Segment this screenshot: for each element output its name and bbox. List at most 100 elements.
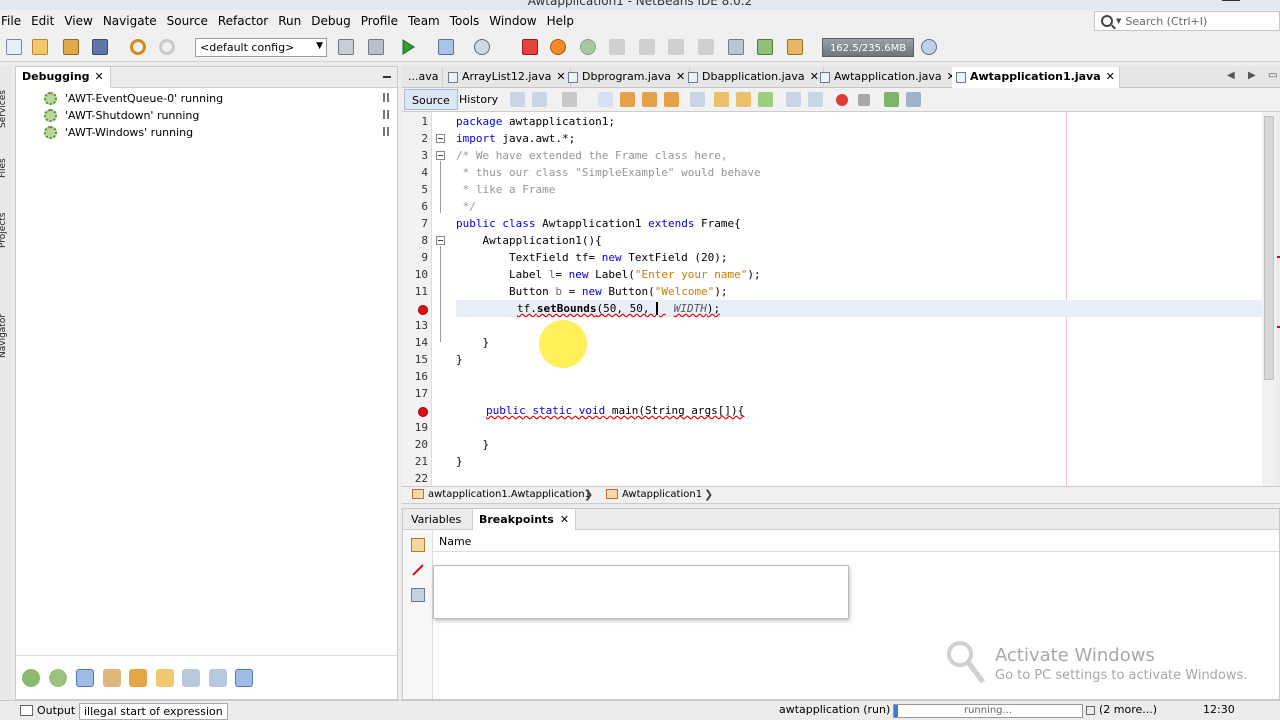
menu-help[interactable]: Help [542, 14, 579, 28]
breakpoint-groups-icon[interactable] [411, 588, 425, 602]
take-snapshot-button[interactable] [785, 37, 805, 57]
uncomment-icon[interactable] [906, 92, 921, 107]
apply-code-changes-button[interactable] [755, 37, 775, 57]
menu-file[interactable]: File [0, 14, 26, 28]
tab-breakpoints[interactable]: Breakpoints ✕ [472, 509, 577, 530]
lock-icon[interactable] [129, 669, 147, 687]
menu-window[interactable]: Window [484, 14, 541, 28]
back-icon[interactable] [532, 92, 547, 107]
fold-toggle-icon[interactable] [436, 134, 445, 143]
files-tab[interactable]: Files [0, 158, 8, 178]
forward-icon[interactable] [562, 92, 577, 107]
error-icon[interactable] [418, 407, 428, 417]
step-over-button[interactable] [637, 37, 657, 57]
scroll-tabs-left-icon[interactable]: ◀ [1227, 70, 1235, 81]
step-out-button[interactable] [696, 37, 716, 57]
breadcrumb-item[interactable]: Awtapplication1 [606, 489, 702, 500]
navigator-tab[interactable]: Navigator [0, 314, 8, 358]
tab-awtapplication1[interactable]: Awtapplication1.java ✕ [952, 67, 1120, 88]
suspend-thread-icon[interactable] [383, 110, 389, 119]
undo-button[interactable] [128, 37, 148, 57]
debug-button[interactable] [436, 37, 456, 57]
suspend-thread-icon[interactable] [383, 127, 389, 136]
find-next-icon[interactable] [642, 92, 657, 107]
menu-profile[interactable]: Profile [356, 14, 403, 28]
show-monitors-icon[interactable] [103, 669, 121, 687]
stop-macro-icon[interactable] [858, 94, 870, 106]
show-opened-documents-icon[interactable]: ▭ [1268, 70, 1277, 81]
deactivate-breakpoints-icon[interactable] [411, 563, 425, 577]
close-icon[interactable]: ✕ [560, 513, 569, 526]
breadcrumb-item[interactable]: awtapplication1.Awtapplication1 [412, 489, 591, 500]
start-macro-icon[interactable] [836, 94, 848, 106]
source-view-button[interactable]: Source [404, 89, 458, 110]
tab-dbprogram[interactable]: Dbprogram.java ✕ [564, 67, 691, 88]
close-icon[interactable]: ✕ [1106, 70, 1115, 83]
redo-button[interactable] [157, 37, 177, 57]
output-button[interactable]: Output [17, 702, 79, 719]
tab-ava[interactable]: ...ava [402, 67, 444, 88]
continue-button[interactable] [578, 37, 598, 57]
search-input[interactable]: ▼ Search (Ctrl+I) [1094, 11, 1280, 31]
find-icon[interactable] [598, 92, 613, 107]
pause-button[interactable] [548, 37, 568, 57]
error-icon[interactable] [418, 305, 428, 315]
package-icon[interactable] [156, 669, 174, 687]
minimize-window-icon[interactable] [1222, 0, 1240, 1]
config-select[interactable]: <default config> ▼ [195, 38, 327, 57]
run-to-cursor-button[interactable] [726, 37, 746, 57]
comment-icon[interactable] [884, 92, 899, 107]
menu-source[interactable]: Source [162, 14, 213, 28]
services-tab[interactable]: Services [0, 90, 8, 128]
tab-variables[interactable]: Variables [405, 509, 467, 530]
menu-view[interactable]: View [59, 14, 97, 28]
tab-arraylist12[interactable]: ArrayList12.java ✕ [444, 67, 571, 88]
menu-edit[interactable]: Edit [26, 14, 59, 28]
shift-right-icon[interactable] [808, 92, 823, 107]
scrollbar-thumb[interactable] [1264, 116, 1274, 380]
code-editor[interactable]: 1 2 3 4 5 6 7 8 9 10 11 12 13 14 15 16 1… [402, 112, 1272, 486]
step-over-expression-button[interactable] [607, 37, 627, 57]
menu-debug[interactable]: Debug [306, 14, 355, 28]
menu-run[interactable]: Run [273, 14, 306, 28]
garbage-collect-button[interactable] [919, 37, 939, 57]
projects-tab[interactable]: Projects [0, 213, 8, 248]
column-header-name[interactable]: Name [433, 530, 1279, 552]
history-view-button[interactable]: History [452, 89, 505, 110]
thread-item[interactable]: 'AWT-Windows' running [44, 124, 193, 140]
minimize-panel-icon[interactable] [383, 76, 391, 78]
suspend-thread-icon[interactable] [383, 93, 389, 102]
editor-scrollbar[interactable] [1262, 112, 1276, 486]
clean-build-button[interactable] [366, 37, 386, 57]
progress-bar[interactable]: running... [893, 704, 1083, 718]
show-suspend-table-icon[interactable] [209, 669, 227, 687]
fold-toggle-icon[interactable] [436, 236, 445, 245]
menu-navigate[interactable]: Navigate [98, 14, 162, 28]
previous-bookmark-icon[interactable] [714, 92, 729, 107]
toggle-rectangular-selection-icon[interactable] [690, 92, 705, 107]
more-tasks-button[interactable]: (2 more...) [1086, 703, 1157, 716]
find-previous-icon[interactable] [620, 92, 635, 107]
resume-threads-icon[interactable] [22, 669, 40, 687]
fold-toggle-icon[interactable] [436, 151, 445, 160]
next-bookmark-icon[interactable] [736, 92, 751, 107]
menu-team[interactable]: Team [403, 14, 445, 28]
show-less-icon[interactable] [235, 669, 253, 687]
show-system-threads-icon[interactable] [76, 669, 94, 687]
run-button[interactable] [398, 37, 418, 57]
scroll-tabs-right-icon[interactable]: ▶ [1248, 70, 1256, 81]
build-button[interactable] [336, 37, 356, 57]
shift-left-icon[interactable] [786, 92, 801, 107]
save-all-button[interactable] [90, 37, 110, 57]
menu-refactor[interactable]: Refactor [213, 14, 273, 28]
debugging-tab[interactable]: Debugging ✕ [16, 67, 111, 88]
toggle-bookmark-icon[interactable] [758, 92, 773, 107]
thread-item[interactable]: 'AWT-Shutdown' running [44, 107, 199, 123]
memory-usage-button[interactable]: 162.5/235.6MB [822, 38, 914, 57]
sort-icon[interactable] [182, 669, 200, 687]
new-project-button[interactable] [30, 37, 50, 57]
step-into-button[interactable] [666, 37, 686, 57]
last-edit-icon[interactable] [510, 92, 525, 107]
new-breakpoint-icon[interactable] [411, 538, 425, 552]
menu-tools[interactable]: Tools [445, 14, 485, 28]
